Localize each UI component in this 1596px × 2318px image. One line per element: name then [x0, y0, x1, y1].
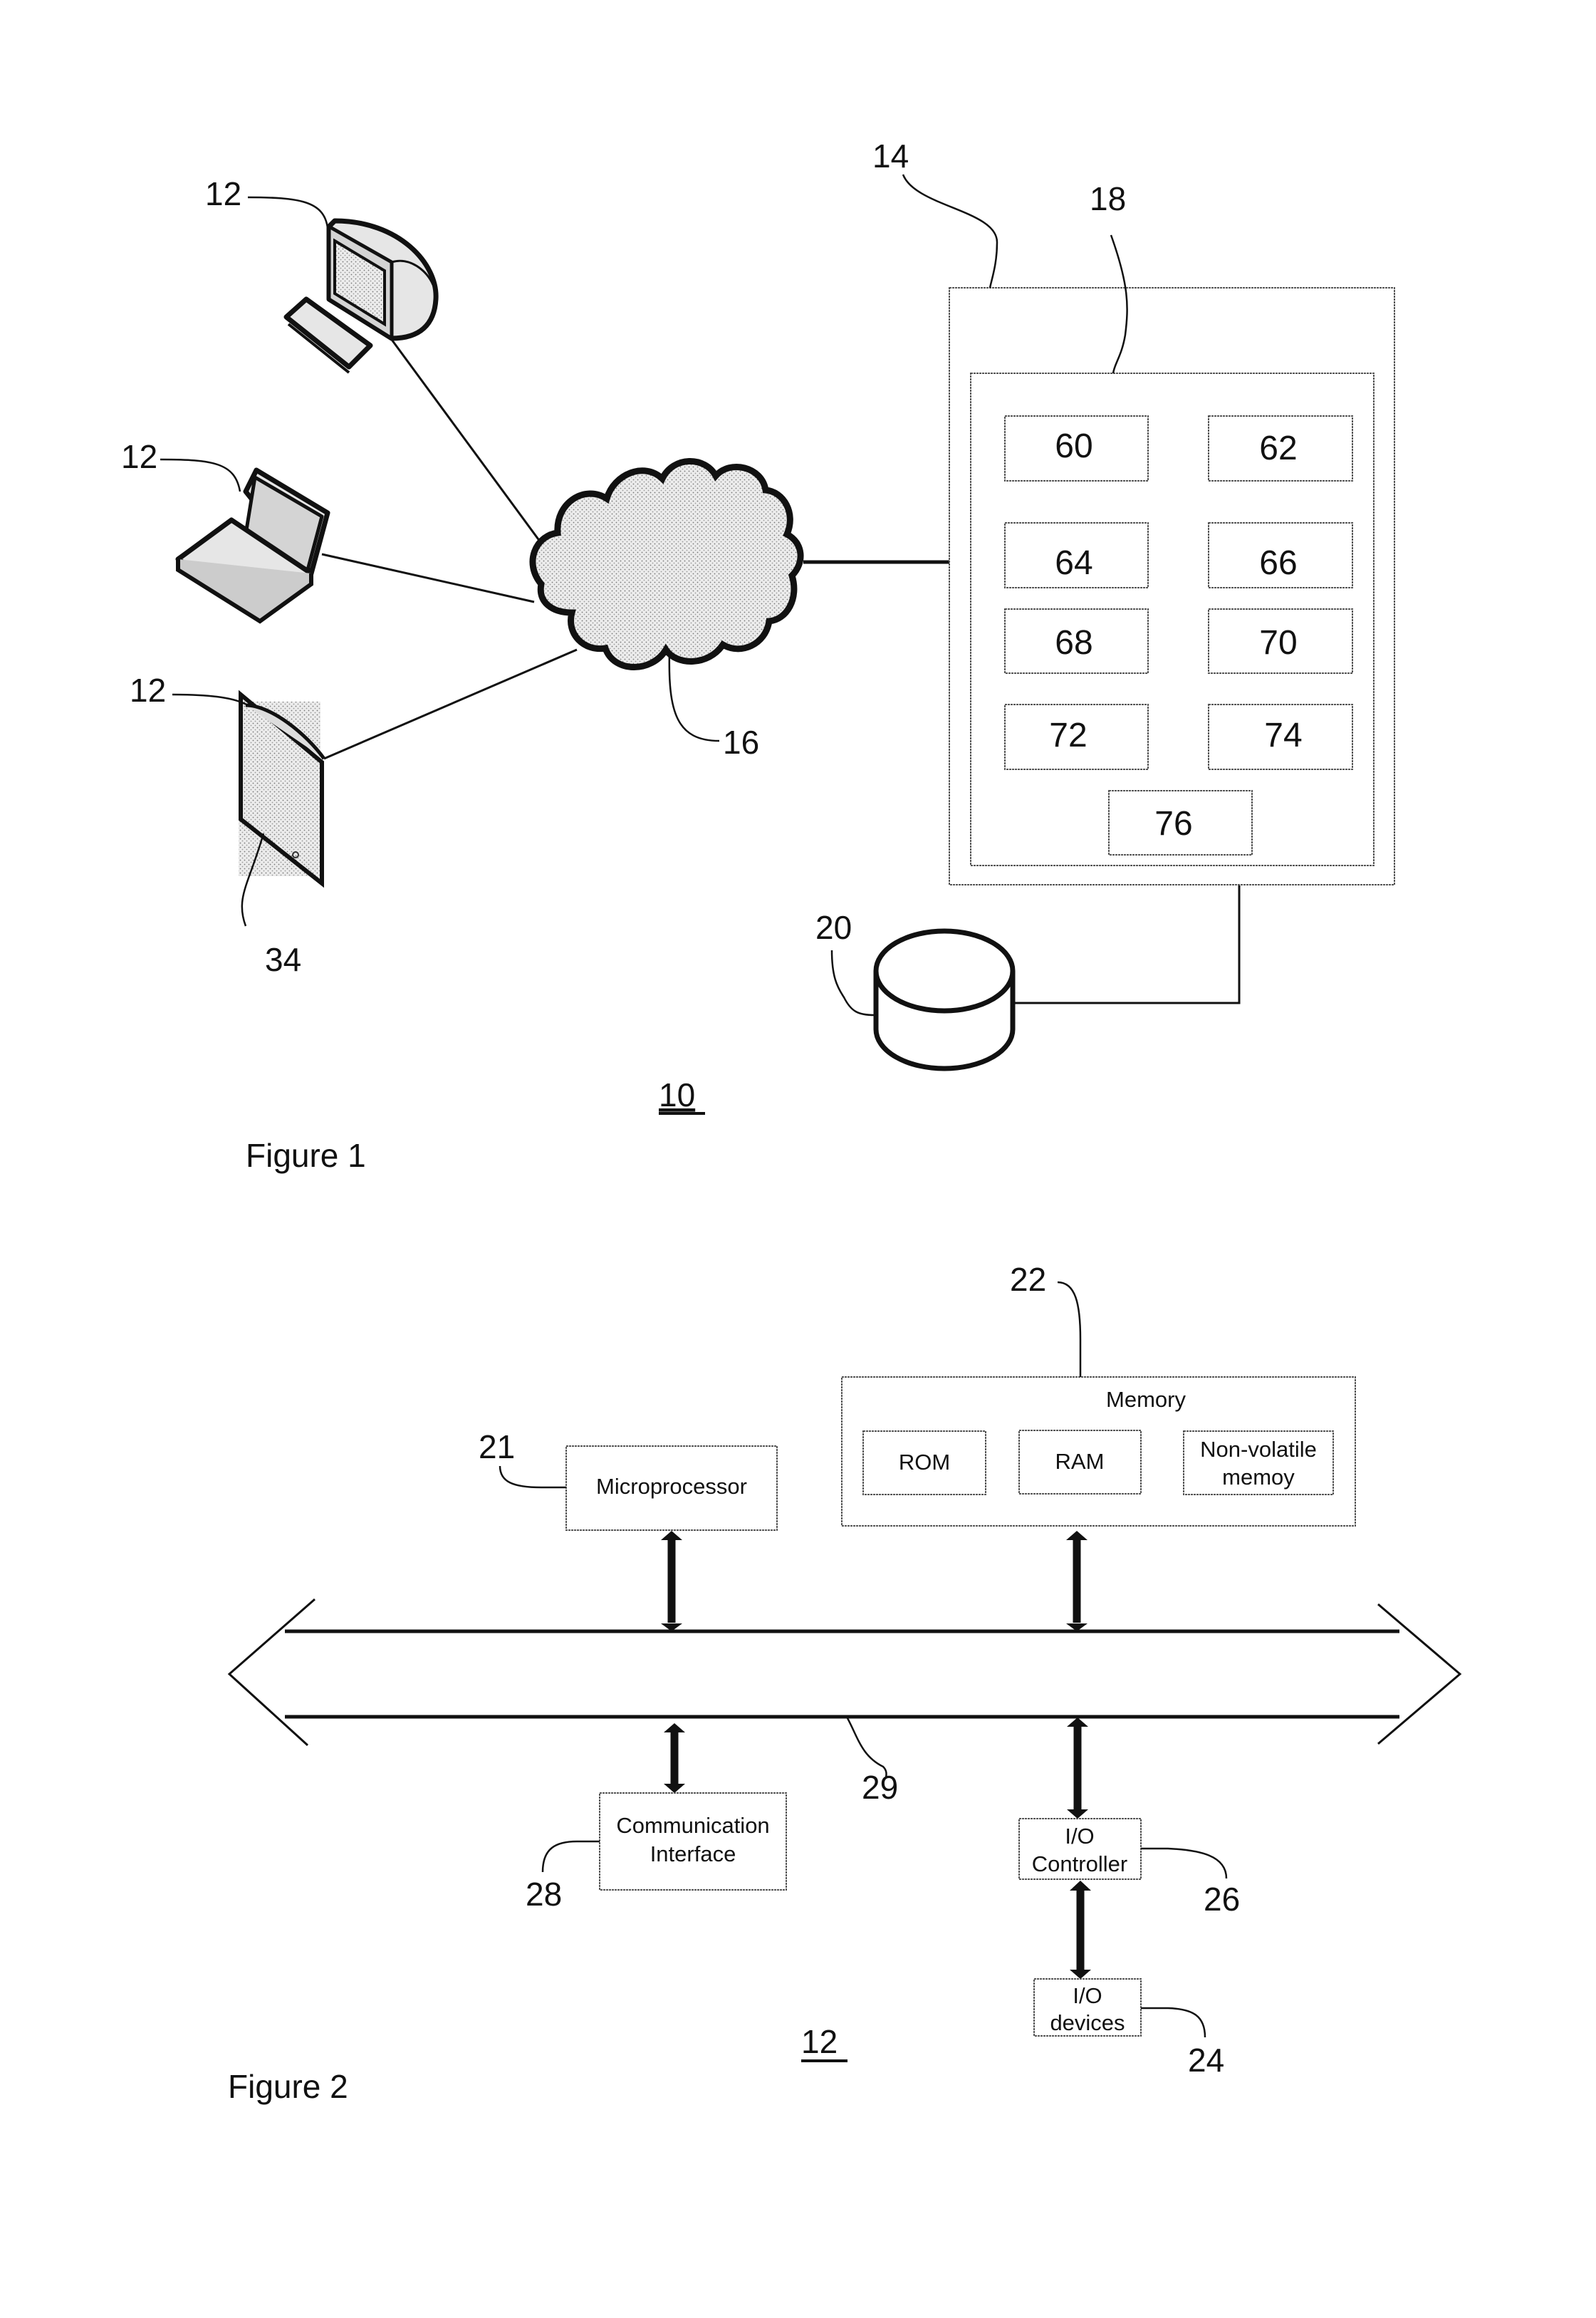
module-64: 64: [1004, 522, 1149, 588]
ref-21-microprocessor: 21: [479, 1428, 515, 1465]
module-76: 76: [1108, 790, 1253, 856]
svg-text:76: 76: [1154, 805, 1192, 843]
module-70: 70: [1208, 608, 1353, 674]
svg-text:68: 68: [1055, 624, 1092, 662]
ram-box: RAM: [1018, 1430, 1142, 1495]
svg-text:60: 60: [1055, 427, 1092, 465]
microprocessor-label: Microprocessor: [596, 1474, 747, 1499]
ref-29-bus: 29: [862, 1769, 898, 1806]
laptop-computer-icon: [175, 467, 330, 624]
ref-14-server: 14: [872, 137, 909, 175]
ref-28-communication: 28: [526, 1876, 562, 1913]
ref-12-mobile: 12: [130, 672, 166, 709]
leader-28-communication: [541, 1840, 600, 1873]
figure-1: 12 12 12 34 16 14 18 60 62 64 66 68 70 7…: [121, 137, 1395, 1174]
module-60: 60: [1004, 415, 1149, 482]
arrow-io-controller-devices: [1070, 1881, 1091, 1979]
svg-text:74: 74: [1264, 717, 1302, 754]
wire-server-to-database: [1013, 885, 1241, 1004]
arrow-microprocessor-bus: [661, 1531, 682, 1631]
communication-interface-line1: Communication: [616, 1813, 769, 1838]
arrow-memory-bus: [1066, 1531, 1088, 1631]
svg-text:64: 64: [1055, 544, 1092, 582]
database-cylinder-icon: [873, 928, 1016, 1071]
desktop-computer-icon: [283, 218, 439, 374]
figure-1-caption: Figure 1: [246, 1137, 366, 1174]
module-66: 66: [1208, 522, 1353, 588]
wire-desktop-to-cloud: [387, 334, 553, 558]
system-bus: [227, 1598, 1462, 1747]
io-devices-line1: I/O: [1073, 1983, 1102, 2008]
ref-12-desktop: 12: [205, 175, 241, 212]
leader-22-memory: [1057, 1281, 1082, 1377]
svg-text:70: 70: [1259, 624, 1297, 662]
device-ref-12: 12: [801, 2023, 838, 2060]
ref-26-io-controller: 26: [1204, 1881, 1240, 1918]
wire-laptop-to-cloud: [321, 553, 535, 603]
memory-label: Memory: [1106, 1387, 1186, 1412]
network-cloud-icon: [529, 458, 804, 670]
svg-text:Non-volatile: Non-volatile: [1200, 1437, 1317, 1462]
ref-16-cloud: 16: [723, 724, 759, 761]
leader-12-laptop: [160, 458, 241, 492]
system-ref-10: 10: [659, 1076, 695, 1113]
ref-18-container: 18: [1090, 180, 1126, 217]
svg-text:RAM: RAM: [1055, 1449, 1105, 1474]
mobile-device-icon: [239, 690, 326, 888]
leader-14-server: [902, 174, 998, 289]
patent-drawing-sheet: 12 12 12 34 16 14 18 60 62 64 66 68 70 7…: [121, 137, 1462, 2105]
rom-box: ROM: [862, 1430, 986, 1495]
module-62: 62: [1208, 415, 1353, 482]
figure-2-caption: Figure 2: [228, 2068, 348, 2105]
io-controller-line1: I/O: [1065, 1824, 1094, 1849]
leader-24-io-devices: [1141, 2007, 1206, 2038]
leader-12-mobile: [172, 693, 249, 707]
leader-20-database: [830, 950, 875, 1017]
non-volatile-memory-box: Non-volatile memoy: [1183, 1430, 1334, 1495]
ref-22-memory: 22: [1010, 1261, 1046, 1298]
svg-text:memoy: memoy: [1222, 1465, 1295, 1490]
arrow-bus-io-controller: [1067, 1717, 1088, 1819]
leader-12-desktop: [247, 196, 329, 229]
svg-text:ROM: ROM: [899, 1450, 950, 1475]
ref-24-io-devices: 24: [1188, 2042, 1224, 2079]
communication-interface-line2: Interface: [650, 1841, 736, 1866]
module-68: 68: [1004, 608, 1149, 674]
module-72: 72: [1004, 704, 1149, 770]
ref-20-database: 20: [815, 909, 852, 946]
module-74: 74: [1208, 704, 1353, 770]
figure-2: 29 Microprocessor 21 Memory 22 ROM RAM N…: [227, 1261, 1462, 2105]
leader-26-io-controller: [1141, 1847, 1228, 1879]
svg-text:72: 72: [1049, 717, 1087, 754]
svg-text:66: 66: [1259, 544, 1297, 582]
svg-text:62: 62: [1259, 430, 1297, 467]
io-controller-line2: Controller: [1032, 1851, 1127, 1876]
arrow-bus-communication: [664, 1723, 685, 1793]
ref-12-laptop: 12: [121, 438, 157, 475]
ref-34-screen: 34: [265, 941, 301, 978]
io-devices-line2: devices: [1050, 2010, 1125, 2035]
wire-mobile-to-cloud: [323, 648, 578, 760]
leader-16-cloud: [668, 651, 720, 742]
leader-21-microprocessor: [499, 1465, 566, 1489]
